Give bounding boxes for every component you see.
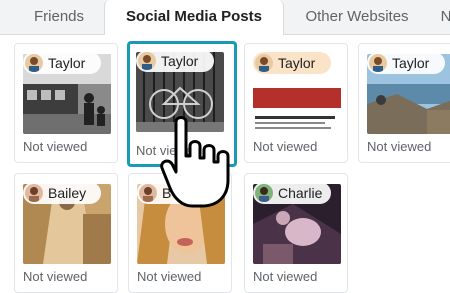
view-status: Not viewed [367, 139, 432, 154]
author-name: Taylor [392, 55, 430, 71]
view-status: Not viewed [137, 269, 202, 284]
author-pill: Bailey [23, 182, 101, 204]
author-name: Bailey [48, 185, 87, 201]
author-pill: Taylor [136, 50, 214, 72]
view-status: Not viewed [23, 269, 88, 284]
post-card[interactable]: Taylor Not viewed [358, 43, 450, 163]
avatar [255, 184, 273, 202]
post-gallery: Taylor Not viewed Taylor Not viewed Tayl… [4, 35, 450, 293]
tab-social-media-posts[interactable]: Social Media Posts [104, 0, 284, 35]
author-pill: Taylor [367, 52, 445, 74]
author-name: Taylor [278, 55, 316, 71]
avatar [25, 54, 43, 72]
author-pill: Charlie [253, 182, 331, 204]
tab-overflow[interactable]: N [436, 0, 450, 34]
post-card[interactable]: Taylor Not viewed [244, 43, 348, 163]
post-card[interactable]: Bailey Not viewed [14, 173, 118, 293]
post-card[interactable]: Taylor Not viewed [14, 43, 118, 163]
author-name: Taylor [48, 55, 86, 71]
post-card[interactable]: B Not viewed [128, 173, 232, 293]
author-pill: B [137, 182, 215, 204]
author-name: B [162, 185, 172, 201]
post-card[interactable]: Charlie Not viewed [244, 173, 348, 293]
view-status: Not viewed [253, 269, 318, 284]
author-pill: Taylor [253, 52, 331, 74]
avatar [369, 54, 387, 72]
avatar [255, 54, 273, 72]
avatar [139, 184, 157, 202]
author-name: Charlie [278, 185, 323, 201]
avatar [138, 52, 156, 70]
view-status: Not viewed [136, 143, 201, 158]
tab-bar: Friends Social Media Posts Other Website… [0, 0, 450, 35]
post-card-selected[interactable]: Taylor Not viewed [127, 41, 237, 167]
tab-other-websites[interactable]: Other Websites [288, 0, 426, 34]
tab-friends[interactable]: Friends [18, 0, 100, 34]
author-name: Taylor [161, 53, 199, 69]
view-status: Not viewed [253, 139, 318, 154]
view-status: Not viewed [23, 139, 88, 154]
avatar [25, 184, 43, 202]
author-pill: Taylor [23, 52, 101, 74]
